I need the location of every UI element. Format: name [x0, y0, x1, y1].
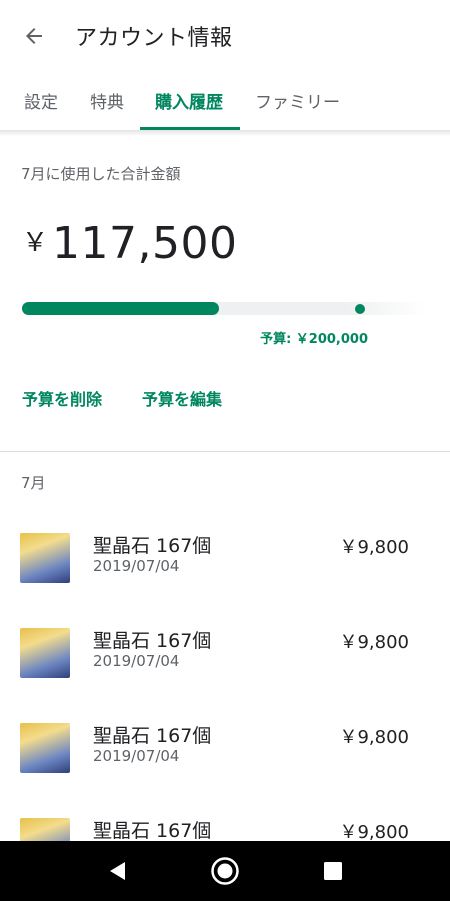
nav-recents-icon: [324, 862, 342, 880]
back-button[interactable]: [14, 18, 54, 54]
item-date: 2019/07/04: [93, 747, 180, 765]
monthly-total: ￥ 117,500: [22, 218, 237, 269]
budget-fill: [22, 302, 219, 315]
app-icon: [20, 723, 70, 773]
item-name: 聖晶石 167個: [93, 725, 212, 747]
nav-home-button[interactable]: [195, 841, 255, 901]
item-price: ￥9,800: [339, 727, 409, 748]
item-name: 聖晶石 167個: [93, 820, 212, 842]
total-amount: 117,500: [52, 218, 238, 269]
tab-settings[interactable]: 設定: [24, 88, 58, 113]
currency-symbol: ￥: [22, 228, 49, 258]
budget-progress-bar: [22, 302, 426, 315]
monthly-total-label: 7月に使用した合計金額: [21, 165, 181, 183]
nav-recents-button[interactable]: [303, 841, 363, 901]
app-icon: [20, 533, 70, 583]
item-date: 2019/07/04: [93, 557, 180, 575]
arrow-back-icon: [26, 28, 42, 44]
app-bar: アカウント情報: [0, 0, 450, 72]
purchase-item[interactable]: 聖晶石 167個 2019/07/04 ￥9,800: [0, 500, 450, 595]
tab-rewards[interactable]: 特典: [90, 88, 124, 113]
nav-home-icon: [211, 857, 239, 885]
item-date: 2019/07/04: [93, 652, 180, 670]
month-header: 7月: [21, 474, 46, 492]
edit-budget-button[interactable]: 予算を編集: [142, 386, 222, 410]
nav-back-button[interactable]: [87, 841, 147, 901]
tab-bar: 設定 特典 購入履歴 ファミリー: [0, 74, 450, 130]
purchase-item[interactable]: 聖晶石 167個 2019/07/04 ￥9,800: [0, 595, 450, 690]
page-title: アカウント情報: [75, 26, 233, 51]
tab-shadow: [0, 130, 450, 136]
delete-budget-button[interactable]: 予算を削除: [22, 386, 102, 410]
item-price: ￥9,800: [339, 537, 409, 558]
item-name: 聖晶石 167個: [93, 535, 212, 557]
purchase-item[interactable]: 聖晶石 167個 2019/07/04 ￥9,800: [0, 690, 450, 785]
app-icon: [20, 628, 70, 678]
tab-family[interactable]: ファミリー: [255, 88, 340, 113]
tab-purchase-history[interactable]: 購入履歴: [155, 88, 223, 113]
item-name: 聖晶石 167個: [93, 630, 212, 652]
budget-amount: 予算: ￥200,000: [260, 332, 368, 347]
nav-back-icon: [110, 862, 125, 880]
system-nav-bar: [0, 841, 450, 901]
section-divider: [0, 451, 450, 452]
item-price: ￥9,800: [339, 632, 409, 653]
budget-limit-marker: [355, 304, 365, 314]
